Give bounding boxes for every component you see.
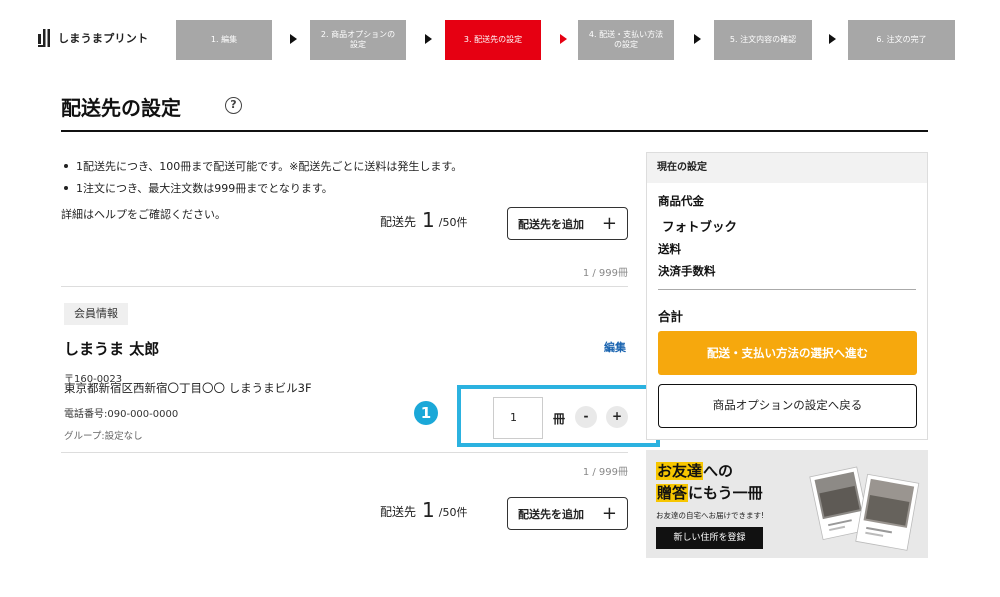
register-address-button[interactable]: 新しい住所を登録	[656, 527, 763, 549]
phone-number: 電話番号:090-000-0000	[64, 409, 179, 420]
step-arrow-icon	[560, 34, 567, 44]
quantity-minus-button[interactable]: -	[575, 406, 597, 428]
photobook-image	[809, 466, 920, 551]
shipping-count-label: 配送先	[380, 505, 417, 519]
step-2-label: 2. 商品オプションの	[320, 30, 396, 39]
address: 東京都新宿区西新宿〇丁目〇〇 しまうまビル3F	[64, 381, 312, 395]
note-text: 1配送先につき、100冊まで配送可能です。※配送先ごとに送料は発生します。	[76, 160, 463, 173]
copies-count: 1 / 999冊	[582, 268, 628, 279]
add-shipping-label: 配送先を追加	[518, 217, 584, 231]
step-1-label: 1. 編集	[210, 35, 238, 44]
help-note: 詳細はヘルプをご確認ください。	[61, 208, 226, 221]
shipping-count-max: /50件	[438, 506, 468, 519]
note-text: 1注文につき、最大注文数は999冊までとなります。	[76, 182, 333, 195]
shipping-count: 配送先 1/50件	[380, 207, 468, 232]
shipping-count-value: 1	[422, 208, 435, 232]
step-3-label: 3. 配送先の設定	[463, 35, 523, 44]
shipping-count: 配送先 1/50件	[380, 497, 468, 522]
banner-text: への	[703, 462, 734, 480]
bullet-icon	[64, 164, 68, 168]
step-4: 4. 配送・支払い方法 の設定	[578, 20, 674, 60]
add-shipping-button[interactable]: 配送先を追加 +	[507, 497, 628, 530]
member-name: しまうま 太郎	[64, 340, 160, 358]
add-shipping-label: 配送先を追加	[518, 507, 584, 521]
copies-count: 1 / 999冊	[582, 467, 628, 478]
panel-header: 現在の設定	[647, 153, 927, 183]
gift-banner[interactable]: お友達への 贈答にもう一冊 お友達の自宅へお届けできます! 新しい住所を登録	[646, 450, 928, 558]
note-item: 1配送先につき、100冊まで配送可能です。※配送先ごとに送料は発生します。	[64, 158, 462, 174]
step-4-label-line2: の設定	[614, 40, 638, 49]
edit-link[interactable]: 編集	[604, 339, 626, 355]
member-badge: 会員情報	[64, 303, 128, 325]
step-arrow-icon	[425, 34, 432, 44]
proceed-button[interactable]: 配送・支払い方法の選択へ進む	[658, 331, 917, 375]
total-label: 合計	[658, 309, 684, 324]
panel-divider	[658, 289, 916, 290]
plus-icon: +	[601, 213, 617, 234]
payment-fee-label: 決済手数料	[658, 264, 716, 278]
step-arrow-icon	[694, 34, 701, 44]
banner-subtext: お友達の自宅へお届けできます!	[656, 511, 765, 520]
shipping-count-max: /50件	[438, 216, 468, 229]
step-4-label: 4. 配送・支払い方法	[588, 30, 664, 39]
banner-highlight: お友達	[656, 462, 704, 480]
logo-icon	[38, 29, 50, 47]
help-icon[interactable]: ?	[225, 97, 242, 114]
product-name: フォトブック	[662, 219, 738, 234]
section-divider	[61, 452, 628, 453]
page-title: 配送先の設定	[61, 96, 181, 120]
shipping-count-value: 1	[422, 498, 435, 522]
step-3: 3. 配送先の設定	[445, 20, 541, 60]
logo-text: しまうまプリント	[58, 32, 149, 45]
section-divider	[61, 286, 628, 287]
bullet-icon	[64, 186, 68, 190]
note-item: 1注文につき、最大注文数は999冊までとなります。	[64, 180, 333, 196]
step-arrow-icon	[290, 34, 297, 44]
callout-marker: 1	[414, 401, 438, 425]
banner-headline-2: 贈答にもう一冊	[656, 482, 763, 503]
group-setting: グループ:設定なし	[64, 431, 143, 442]
step-2: 2. 商品オプションの 設定	[310, 20, 406, 60]
quantity-input[interactable]: 1	[493, 397, 543, 439]
shipping-count-label: 配送先	[380, 215, 417, 229]
quantity-unit: 冊	[553, 412, 566, 426]
banner-highlight: 贈答	[656, 484, 689, 502]
step-arrow-icon	[829, 34, 836, 44]
step-1: 1. 編集	[176, 20, 272, 60]
quantity-plus-button[interactable]: +	[606, 406, 628, 428]
title-divider	[61, 130, 928, 132]
logo[interactable]: しまうまプリント	[38, 29, 148, 47]
shipping-fee-label: 送料	[658, 242, 681, 256]
step-2-label-line2: 設定	[350, 40, 366, 49]
step-6: 6. 注文の完了	[848, 20, 955, 60]
product-price-label: 商品代金	[658, 194, 704, 208]
step-6-label: 6. 注文の完了	[876, 35, 927, 44]
step-5: 5. 注文内容の確認	[714, 20, 812, 60]
plus-icon: +	[601, 503, 617, 524]
add-shipping-button[interactable]: 配送先を追加 +	[507, 207, 628, 240]
current-settings-panel: 現在の設定 商品代金 フォトブック 送料 決済手数料 合計 配送・支払い方法の選…	[646, 152, 928, 440]
back-button[interactable]: 商品オプションの設定へ戻る	[658, 384, 917, 428]
banner-text: にもう一冊	[688, 484, 763, 502]
step-5-label: 5. 注文内容の確認	[729, 35, 797, 44]
banner-headline-1: お友達への	[656, 460, 733, 481]
